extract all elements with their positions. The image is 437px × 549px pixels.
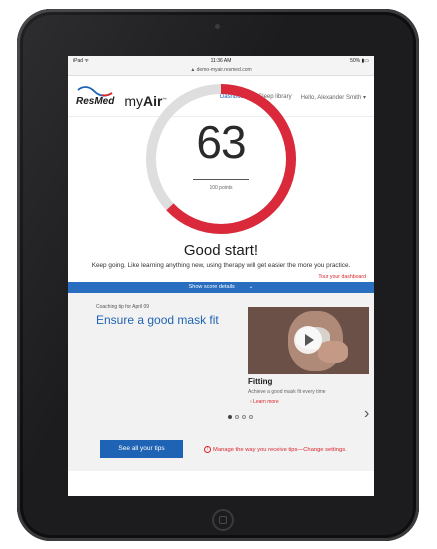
resmed-logo[interactable]: ResMed [76,85,115,107]
video-thumbnail[interactable] [248,307,369,374]
chevron-right-icon[interactable]: › [364,405,369,423]
play-icon[interactable] [294,326,322,354]
ipad-screen: iPad ᯤ 11:36 AM 50% ▮▭ ▲ demo-myair.resm… [68,56,374,496]
show-score-details-bar[interactable]: Show score details ⌄ [68,282,374,293]
alert-icon: ! [204,446,211,453]
carousel-dot[interactable] [235,415,239,419]
points-label: 100 points [209,185,233,191]
score-details-label: Show score details [188,284,235,290]
status-bar: iPad ᯤ 11:36 AM 50% ▮▭ [68,56,374,66]
manage-tips-link[interactable]: ! Manage the way you receive tips—Change… [204,446,347,453]
clock-label: 11:36 AM [210,58,232,64]
chevron-down-icon: ⌄ [248,284,254,290]
score-divider [193,179,249,180]
video-hand [318,341,348,363]
tour-dashboard-link[interactable]: Tour your dashboard [68,274,374,280]
video-title: Fitting [248,377,273,386]
carousel-dots [228,415,253,419]
carousel-dot[interactable] [242,415,246,419]
video-description: Achieve a good mask fit every time [248,389,326,395]
coaching-date: Coaching tip for April 09 [96,304,150,310]
score-value: 63 [196,116,246,168]
learn-more-link[interactable]: › Learn more [250,399,279,405]
address-bar[interactable]: ▲ demo-myair.resmed.com [68,66,374,76]
carousel-dot[interactable] [228,415,232,419]
see-all-tips-button[interactable]: See all your tips [100,440,183,458]
manage-tips-label: Manage the way you receive tips—Change s… [213,446,347,453]
camera-icon [215,24,220,29]
home-button[interactable] [212,509,234,531]
coaching-title[interactable]: Ensure a good mask fit [96,313,219,327]
coaching-section: Coaching tip for April 09 Ensure a good … [68,293,374,471]
score-gauge: 63 100 points [68,84,374,247]
nav-user-menu[interactable]: Hello, Alexander Smith ▾ [301,94,366,101]
score-message: Keep going. Like learning anything new, … [91,262,351,269]
carousel-dot[interactable] [249,415,253,419]
logo-text: ResMed [76,95,115,107]
